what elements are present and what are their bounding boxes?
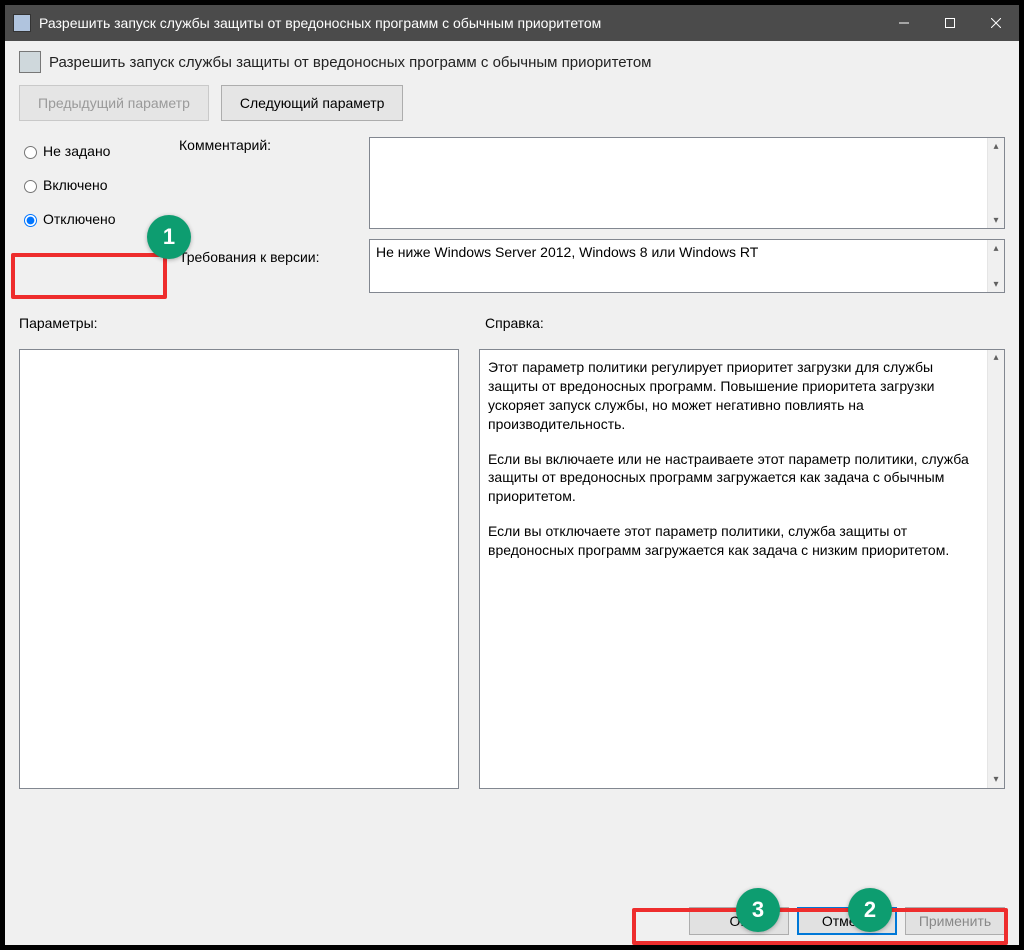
help-paragraph: Этот параметр политики регулирует приори…: [488, 358, 982, 434]
radio-enabled-label: Включено: [43, 177, 108, 193]
footer-buttons: ОК Отмена Применить: [689, 907, 1005, 935]
titlebar: Разрешить запуск службы защиты от вредон…: [5, 5, 1019, 41]
scroll-up-icon[interactable]: ▴: [988, 350, 1004, 366]
radio-not-configured-label: Не задано: [43, 143, 110, 159]
scroll-up-icon[interactable]: ▴: [988, 240, 1004, 256]
supported-scrollbar[interactable]: ▴ ▾: [987, 240, 1004, 292]
apply-button[interactable]: Применить: [905, 907, 1005, 935]
comment-column: ▴ ▾ Не ниже Windows Server 2012, Windows…: [369, 137, 1005, 293]
help-paragraph: Если вы включаете или не настраиваете эт…: [488, 450, 982, 507]
comment-textbox[interactable]: ▴ ▾: [369, 137, 1005, 229]
close-button[interactable]: [973, 5, 1019, 41]
scroll-down-icon[interactable]: ▾: [988, 212, 1004, 228]
help-heading: Справка:: [469, 315, 1005, 331]
radio-disabled-input[interactable]: [24, 214, 37, 227]
policy-icon: [19, 51, 41, 73]
policy-title: Разрешить запуск службы защиты от вредон…: [49, 54, 651, 71]
supported-textbox: Не ниже Windows Server 2012, Windows 8 и…: [369, 239, 1005, 293]
minimize-button[interactable]: [881, 5, 927, 41]
scroll-down-icon[interactable]: ▾: [988, 772, 1004, 788]
help-panel: Этот параметр политики регулирует приори…: [479, 349, 1005, 789]
nav-buttons: Предыдущий параметр Следующий параметр: [19, 85, 1005, 121]
mid-labels: Комментарий: Требования к версии:: [179, 137, 369, 277]
radio-column: Не задано Включено Отключено: [19, 137, 179, 239]
cancel-button[interactable]: Отмена: [797, 907, 897, 935]
policy-header: Разрешить запуск службы защиты от вредон…: [19, 51, 1005, 73]
scroll-down-icon[interactable]: ▾: [988, 276, 1004, 292]
ok-button[interactable]: ОК: [689, 907, 789, 935]
radio-not-configured[interactable]: Не задано: [19, 137, 179, 165]
client-area: Разрешить запуск службы защиты от вредон…: [5, 41, 1019, 945]
app-icon: [13, 14, 31, 32]
panels-row: Этот параметр политики регулирует приори…: [19, 349, 1005, 789]
scroll-up-icon[interactable]: ▴: [988, 138, 1004, 154]
supported-label: Требования к версии:: [179, 249, 369, 277]
window-button-group: [881, 5, 1019, 41]
next-setting-button[interactable]: Следующий параметр: [221, 85, 404, 121]
radio-disabled[interactable]: Отключено: [19, 205, 179, 233]
options-panel: [19, 349, 459, 789]
section-headings: Параметры: Справка:: [19, 315, 1005, 331]
supported-text: Не ниже Windows Server 2012, Windows 8 и…: [376, 244, 758, 260]
options-row: Не задано Включено Отключено Комментарий…: [19, 137, 1005, 293]
previous-setting-button[interactable]: Предыдущий параметр: [19, 85, 209, 121]
radio-enabled-input[interactable]: [24, 180, 37, 193]
comment-label: Комментарий:: [179, 137, 369, 165]
window-title: Разрешить запуск службы защиты от вредон…: [39, 15, 881, 31]
help-scrollbar[interactable]: ▴ ▾: [987, 350, 1004, 788]
radio-disabled-label: Отключено: [43, 211, 116, 227]
radio-enabled[interactable]: Включено: [19, 171, 179, 199]
options-heading: Параметры:: [19, 315, 469, 331]
maximize-button[interactable]: [927, 5, 973, 41]
help-paragraph: Если вы отключаете этот параметр политик…: [488, 522, 982, 560]
radio-not-configured-input[interactable]: [24, 146, 37, 159]
comment-scrollbar[interactable]: ▴ ▾: [987, 138, 1004, 228]
